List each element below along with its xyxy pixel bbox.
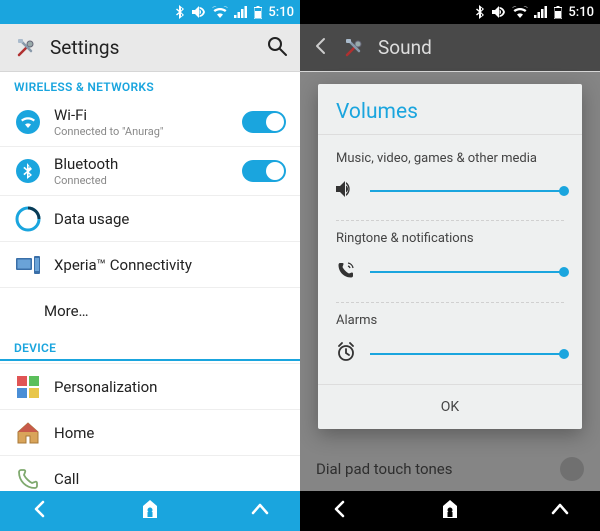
more-label: More…	[44, 302, 286, 320]
page-title: Settings	[50, 36, 256, 59]
settings-icon	[12, 34, 40, 62]
media-label: Music, video, games & other media	[336, 151, 564, 166]
volume-icon	[192, 6, 206, 18]
wifi-icon	[212, 6, 228, 18]
volumes-dialog: Volumes Music, video, games & other medi…	[318, 84, 582, 429]
wifi-switch[interactable]	[242, 111, 286, 133]
row-home[interactable]: Home	[0, 409, 300, 455]
actionbar-settings: Settings	[0, 24, 300, 72]
ringtone-label: Ringtone & notifications	[336, 231, 564, 246]
sound-page-dimmed: Dial pad touch tones Volumes Music, vide…	[300, 72, 600, 491]
home-label: Home	[54, 424, 286, 442]
signal-icon	[234, 6, 248, 18]
alarm-icon	[336, 342, 356, 366]
wifi-label: Wi-Fi	[54, 106, 230, 124]
row-bluetooth[interactable]: Bluetooth Connected	[0, 146, 300, 195]
xperia-icon	[14, 251, 42, 279]
alarm-label: Alarms	[336, 313, 564, 328]
row-xperia[interactable]: Xperia™ Connectivity	[0, 241, 300, 287]
alarm-volume-section: Alarms	[336, 303, 564, 384]
row-data-usage[interactable]: Data usage	[0, 195, 300, 241]
nav-back-icon[interactable]	[30, 499, 50, 523]
ringtone-volume-section: Ringtone & notifications	[336, 221, 564, 303]
settings-list[interactable]: WIRELESS & NETWORKS Wi-Fi Connected to "…	[0, 72, 300, 491]
home-icon	[14, 419, 42, 447]
call-icon	[14, 465, 42, 492]
ok-button[interactable]: OK	[318, 384, 582, 429]
phone-ring-icon	[336, 260, 356, 284]
bluetooth-icon	[476, 5, 486, 19]
nav-recent-icon[interactable]	[550, 499, 570, 523]
bluetooth-row-icon	[14, 157, 42, 185]
bluetooth-sub: Connected	[54, 174, 230, 187]
modal-overlay[interactable]: Volumes Music, video, games & other medi…	[300, 72, 600, 491]
bluetooth-icon	[176, 5, 186, 19]
settings-icon	[340, 34, 368, 62]
back-icon[interactable]	[312, 37, 330, 59]
section-device: DEVICE	[0, 333, 300, 359]
status-clock: 5:10	[268, 5, 294, 20]
nav-back-icon[interactable]	[330, 499, 350, 523]
battery-icon	[554, 6, 562, 19]
page-title: Sound	[378, 36, 588, 59]
status-bar: 5:10	[0, 0, 300, 24]
volume-icon	[492, 6, 506, 18]
wifi-row-icon	[14, 108, 42, 136]
data-usage-label: Data usage	[54, 210, 286, 228]
alarm-slider[interactable]	[370, 353, 564, 355]
row-wifi[interactable]: Wi-Fi Connected to "Anurag"	[0, 98, 300, 146]
wifi-sub: Connected to "Anurag"	[54, 125, 230, 138]
media-volume-section: Music, video, games & other media	[336, 141, 564, 221]
media-slider[interactable]	[370, 190, 564, 192]
navbar	[300, 491, 600, 531]
call-label: Call	[54, 470, 286, 488]
actionbar-sound: Sound	[300, 24, 600, 72]
nav-recent-icon[interactable]	[250, 499, 270, 523]
personalization-icon	[14, 373, 42, 401]
status-clock: 5:10	[568, 5, 594, 20]
nav-home-icon[interactable]	[139, 498, 161, 524]
section-wireless: WIRELESS & NETWORKS	[0, 72, 300, 98]
row-call[interactable]: Call	[0, 455, 300, 491]
wifi-icon	[512, 6, 528, 18]
ringtone-slider[interactable]	[370, 271, 564, 273]
nav-home-icon[interactable]	[439, 498, 461, 524]
bluetooth-switch[interactable]	[242, 160, 286, 182]
personalization-label: Personalization	[54, 378, 286, 396]
speaker-icon	[336, 180, 356, 202]
search-button[interactable]	[266, 35, 288, 61]
data-usage-icon	[14, 205, 42, 233]
status-bar: 5:10	[300, 0, 600, 24]
row-more[interactable]: More…	[0, 287, 300, 333]
bluetooth-label: Bluetooth	[54, 155, 230, 173]
phone-sound: 5:10 Sound Dial pad touch tones	[300, 0, 600, 531]
phone-settings: 5:10 Settings WIRELESS & NETWORKS Wi-Fi …	[0, 0, 300, 531]
navbar	[0, 491, 300, 531]
dialog-title: Volumes	[318, 84, 582, 134]
row-personalization[interactable]: Personalization	[0, 363, 300, 409]
device-divider	[0, 359, 300, 361]
xperia-label: Xperia™ Connectivity	[54, 256, 286, 274]
battery-icon	[254, 6, 262, 19]
signal-icon	[534, 6, 548, 18]
